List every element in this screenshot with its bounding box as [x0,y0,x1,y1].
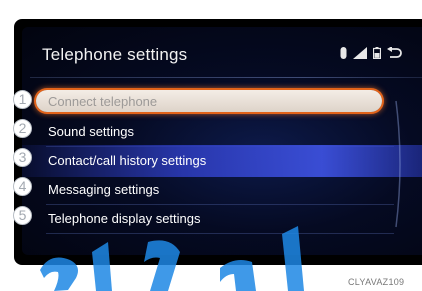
menu-item-label: Connect telephone [48,94,158,109]
bluetooth-icon [340,47,347,59]
back-icon[interactable] [387,47,402,59]
callout-4: 4 [13,177,32,196]
page-title: Telephone settings [42,45,188,64]
menu-item-contact-call-history-settings[interactable]: Contact/call history settings [22,145,422,177]
menu-item-connect-telephone[interactable]: Connect telephone [22,89,422,118]
signal-strength-icon [353,47,367,59]
menu-item-label: Contact/call history settings [48,153,207,168]
image-reference-code: CLYAVAZ109 [348,277,405,287]
callout-1: 1 [13,90,32,109]
scroll-indicator [395,100,401,228]
watermark-graphic [40,226,304,291]
menu-item-messaging-settings[interactable]: Messaging settings [22,176,422,205]
menu-item-label: Messaging settings [48,182,160,197]
callout-3: 3 [13,148,32,167]
battery-icon [373,47,381,59]
title-divider [30,77,422,78]
callout-2: 2 [13,119,32,138]
menu-item-sound-settings[interactable]: Sound settings [22,118,422,147]
menu-item-label: Sound settings [48,124,135,139]
status-bar [340,47,402,59]
